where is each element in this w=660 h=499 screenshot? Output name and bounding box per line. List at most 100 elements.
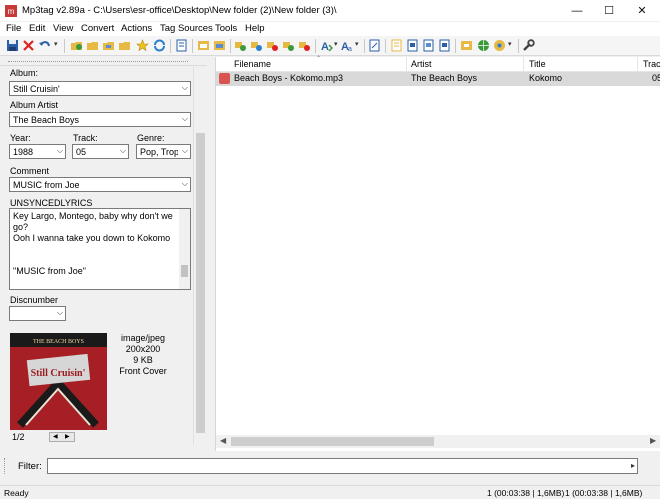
file-list-scroll-thumb[interactable] [231, 437, 434, 446]
album-field[interactable]: Still Cruisin' ⌵ [9, 81, 191, 96]
album-artist-field[interactable]: The Beach Boys ⌵ [9, 112, 191, 127]
mp3-file-icon [219, 73, 230, 84]
comment-field[interactable]: MUSIC from Joe ⌵ [9, 177, 191, 192]
column-filename[interactable]: Filename [234, 59, 271, 69]
tag-panel-scroll-thumb[interactable] [196, 133, 205, 433]
save-icon[interactable] [6, 39, 19, 52]
convert-filename-icon[interactable] [266, 39, 279, 52]
chevron-down-icon[interactable]: ⌵ [57, 146, 63, 156]
album-artist-label: Album Artist [10, 100, 59, 110]
chevron-down-icon[interactable]: ⌵ [182, 114, 188, 124]
web-sources-dropdown-icon[interactable]: ▾ [508, 40, 512, 48]
filter-icon[interactable] [460, 39, 473, 52]
cover-type: Front Cover [119, 366, 167, 376]
file-list-hscrollbar[interactable]: ◀ ▶ [216, 435, 660, 448]
year-value: 1988 [13, 147, 34, 157]
status-bar: Ready 1 (00:03:38 | 1,6MB) 1 (00:03:38 |… [0, 485, 660, 499]
menu-bar: File Edit View Convert Actions Tag Sourc… [0, 22, 660, 36]
filter-input[interactable] [47, 458, 638, 474]
status-selection: 1 (00:03:38 | 1,6MB) [487, 488, 565, 498]
scroll-left-icon[interactable]: ◀ [220, 436, 226, 445]
row-filename: Beach Boys - Kokomo.mp3 [234, 73, 344, 83]
row-track: 05 [652, 73, 660, 83]
toolbar: ▾ A ▾ Aa ▾ ▾ [0, 36, 660, 56]
menu-tools[interactable]: Tools [215, 23, 237, 34]
menu-convert[interactable]: Convert [81, 23, 114, 34]
menu-view[interactable]: View [53, 23, 73, 34]
chevron-down-icon[interactable]: ⌵ [182, 179, 188, 189]
remove-tag-icon[interactable] [22, 39, 35, 52]
freedb-icon[interactable] [493, 39, 506, 52]
minimize-button[interactable]: — [561, 0, 593, 22]
pane-splitter[interactable] [207, 57, 215, 445]
tag-panel-icon[interactable] [175, 39, 188, 52]
reload-icon[interactable] [153, 39, 166, 52]
menu-file[interactable]: File [6, 23, 21, 34]
scroll-right-icon[interactable]: ▶ [650, 436, 656, 445]
add-directory-icon[interactable] [70, 39, 83, 52]
lyrics-scrollbar[interactable] [179, 209, 190, 289]
chevron-down-icon[interactable]: ⌵ [182, 83, 188, 93]
menu-tag-sources[interactable]: Tag Sources [160, 23, 213, 34]
column-divider[interactable] [637, 57, 638, 72]
actions-icon[interactable]: A [320, 39, 333, 52]
filename-to-tag-icon[interactable] [213, 39, 226, 52]
export-icon[interactable] [406, 39, 419, 52]
menu-actions[interactable]: Actions [121, 23, 152, 34]
filter-go-icon[interactable]: ▸ [627, 459, 639, 473]
track-label: Track: [73, 133, 98, 143]
quick-actions-icon[interactable]: Aa [341, 39, 354, 52]
convert-text-tag-icon[interactable] [250, 39, 263, 52]
genre-field[interactable]: Pop, Trop ⌵ [136, 144, 191, 159]
panel-grip[interactable] [8, 61, 188, 62]
convert-playlist-icon[interactable] [282, 39, 295, 52]
playlist-icon[interactable] [390, 39, 403, 52]
column-divider[interactable] [406, 57, 407, 72]
cover-meta: image/jpeg 200x200 9 KB Front Cover [112, 333, 174, 377]
maximize-button[interactable]: ☐ [593, 0, 625, 22]
discnumber-label: Discnumber [10, 295, 59, 305]
cover-art[interactable]: THE BEACH BOYS Still Cruisin' [10, 333, 107, 430]
actions-dropdown-icon[interactable]: ▾ [334, 40, 338, 48]
column-track[interactable]: Trac [643, 59, 660, 69]
lyrics-label: UNSYNCEDLYRICS [10, 198, 93, 208]
change-directory-icon[interactable] [86, 39, 99, 52]
app-icon: m [5, 5, 17, 17]
star-icon[interactable] [136, 39, 149, 52]
web-sources-icon[interactable] [477, 39, 490, 52]
export-csv-icon[interactable] [438, 39, 451, 52]
toolbar-separator [315, 39, 316, 53]
discnumber-field[interactable]: ⌵ [9, 306, 66, 321]
year-field[interactable]: 1988 ⌵ [9, 144, 66, 159]
table-row[interactable]: Beach Boys - Kokomo.mp3 The Beach Boys K… [216, 72, 660, 86]
extended-tags-icon[interactable] [368, 39, 381, 52]
lyrics-textarea[interactable]: Key Largo, Montego, baby why don't we go… [9, 208, 191, 290]
chevron-down-icon[interactable]: ⌵ [182, 146, 188, 156]
menu-edit[interactable]: Edit [29, 23, 45, 34]
undo-icon[interactable] [38, 39, 51, 52]
cover-prev-icon[interactable]: ◀ [53, 433, 58, 441]
column-title[interactable]: Title [529, 59, 546, 69]
convert-tag-tag-icon[interactable] [234, 39, 247, 52]
export-html-icon[interactable] [422, 39, 435, 52]
cover-next-icon[interactable]: ▶ [65, 433, 70, 441]
tag-sources-icon[interactable] [298, 39, 311, 52]
close-button[interactable]: ✕ [626, 0, 658, 22]
tag-to-filename-icon[interactable] [197, 39, 210, 52]
track-value: 05 [76, 147, 87, 157]
menu-help[interactable]: Help [245, 23, 265, 34]
chevron-down-icon[interactable]: ⌵ [57, 308, 63, 318]
filter-label: Filter: [18, 461, 42, 472]
options-wrench-icon[interactable] [522, 39, 535, 52]
refresh-folder-icon[interactable] [102, 39, 115, 52]
quick-actions-dropdown-icon[interactable]: ▾ [355, 40, 359, 48]
column-artist[interactable]: Artist [411, 59, 432, 69]
track-field[interactable]: 05 ⌵ [72, 144, 129, 159]
artwork-title-text: Still Cruisin' [31, 368, 86, 379]
chevron-down-icon[interactable]: ⌵ [120, 146, 126, 156]
lyrics-scroll-thumb[interactable] [181, 265, 188, 277]
column-divider[interactable] [523, 57, 524, 72]
favorite-folder-icon[interactable] [118, 39, 131, 52]
undo-dropdown-icon[interactable]: ▾ [54, 40, 58, 48]
tag-panel-scrollbar[interactable] [193, 67, 206, 445]
